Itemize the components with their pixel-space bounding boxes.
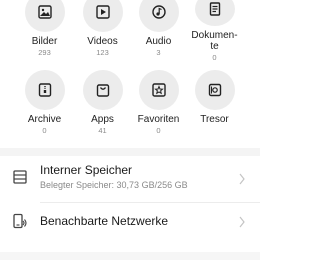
star-icon	[138, 70, 179, 110]
bottom-separator	[0, 252, 260, 260]
image-icon	[24, 0, 65, 32]
category-count: 41	[98, 126, 107, 135]
network-device-icon	[13, 213, 27, 229]
row-divider	[40, 202, 260, 203]
category-count: 3	[156, 48, 161, 57]
internal-storage-title: Interner Speicher	[40, 163, 133, 177]
storage-icon	[13, 170, 27, 184]
archive-icon	[24, 70, 65, 110]
category-archive[interactable]: Archive 0	[12, 70, 77, 140]
category-label: Dokumen- te	[191, 30, 238, 52]
category-count: 0	[42, 126, 47, 135]
category-images[interactable]: Bilder 293	[12, 0, 77, 62]
category-safe[interactable]: Tresor	[182, 70, 247, 140]
category-label: Tresor	[200, 114, 229, 125]
nearby-networks-row[interactable]: Benachbarte Netzwerke	[0, 206, 260, 246]
category-label: Bilder	[31, 36, 58, 47]
section-separator	[0, 148, 260, 156]
internal-storage-row[interactable]: Interner Speicher Belegter Speicher: 30,…	[0, 156, 260, 196]
category-label: Favoriten	[137, 114, 180, 125]
category-count: 0	[212, 53, 217, 62]
category-label: Audio	[145, 36, 172, 47]
category-documents[interactable]: Dokumen- te 0	[182, 0, 247, 62]
document-icon	[194, 0, 235, 26]
nearby-networks-title: Benachbarte Netzwerke	[40, 214, 169, 228]
music-icon	[138, 0, 179, 32]
category-label: Apps	[91, 114, 114, 125]
category-count: 123	[96, 48, 109, 57]
chevron-right-icon	[239, 216, 245, 228]
apps-icon	[82, 70, 123, 110]
category-count: 293	[38, 48, 51, 57]
category-label: Archive	[27, 114, 62, 125]
safe-icon	[194, 70, 235, 110]
chevron-right-icon	[239, 173, 245, 185]
category-label: Videos	[87, 36, 118, 47]
internal-storage-usage: Belegter Speicher: 30,73 GB/256 GB	[40, 180, 188, 190]
video-icon	[82, 0, 123, 32]
category-count: 0	[156, 126, 161, 135]
